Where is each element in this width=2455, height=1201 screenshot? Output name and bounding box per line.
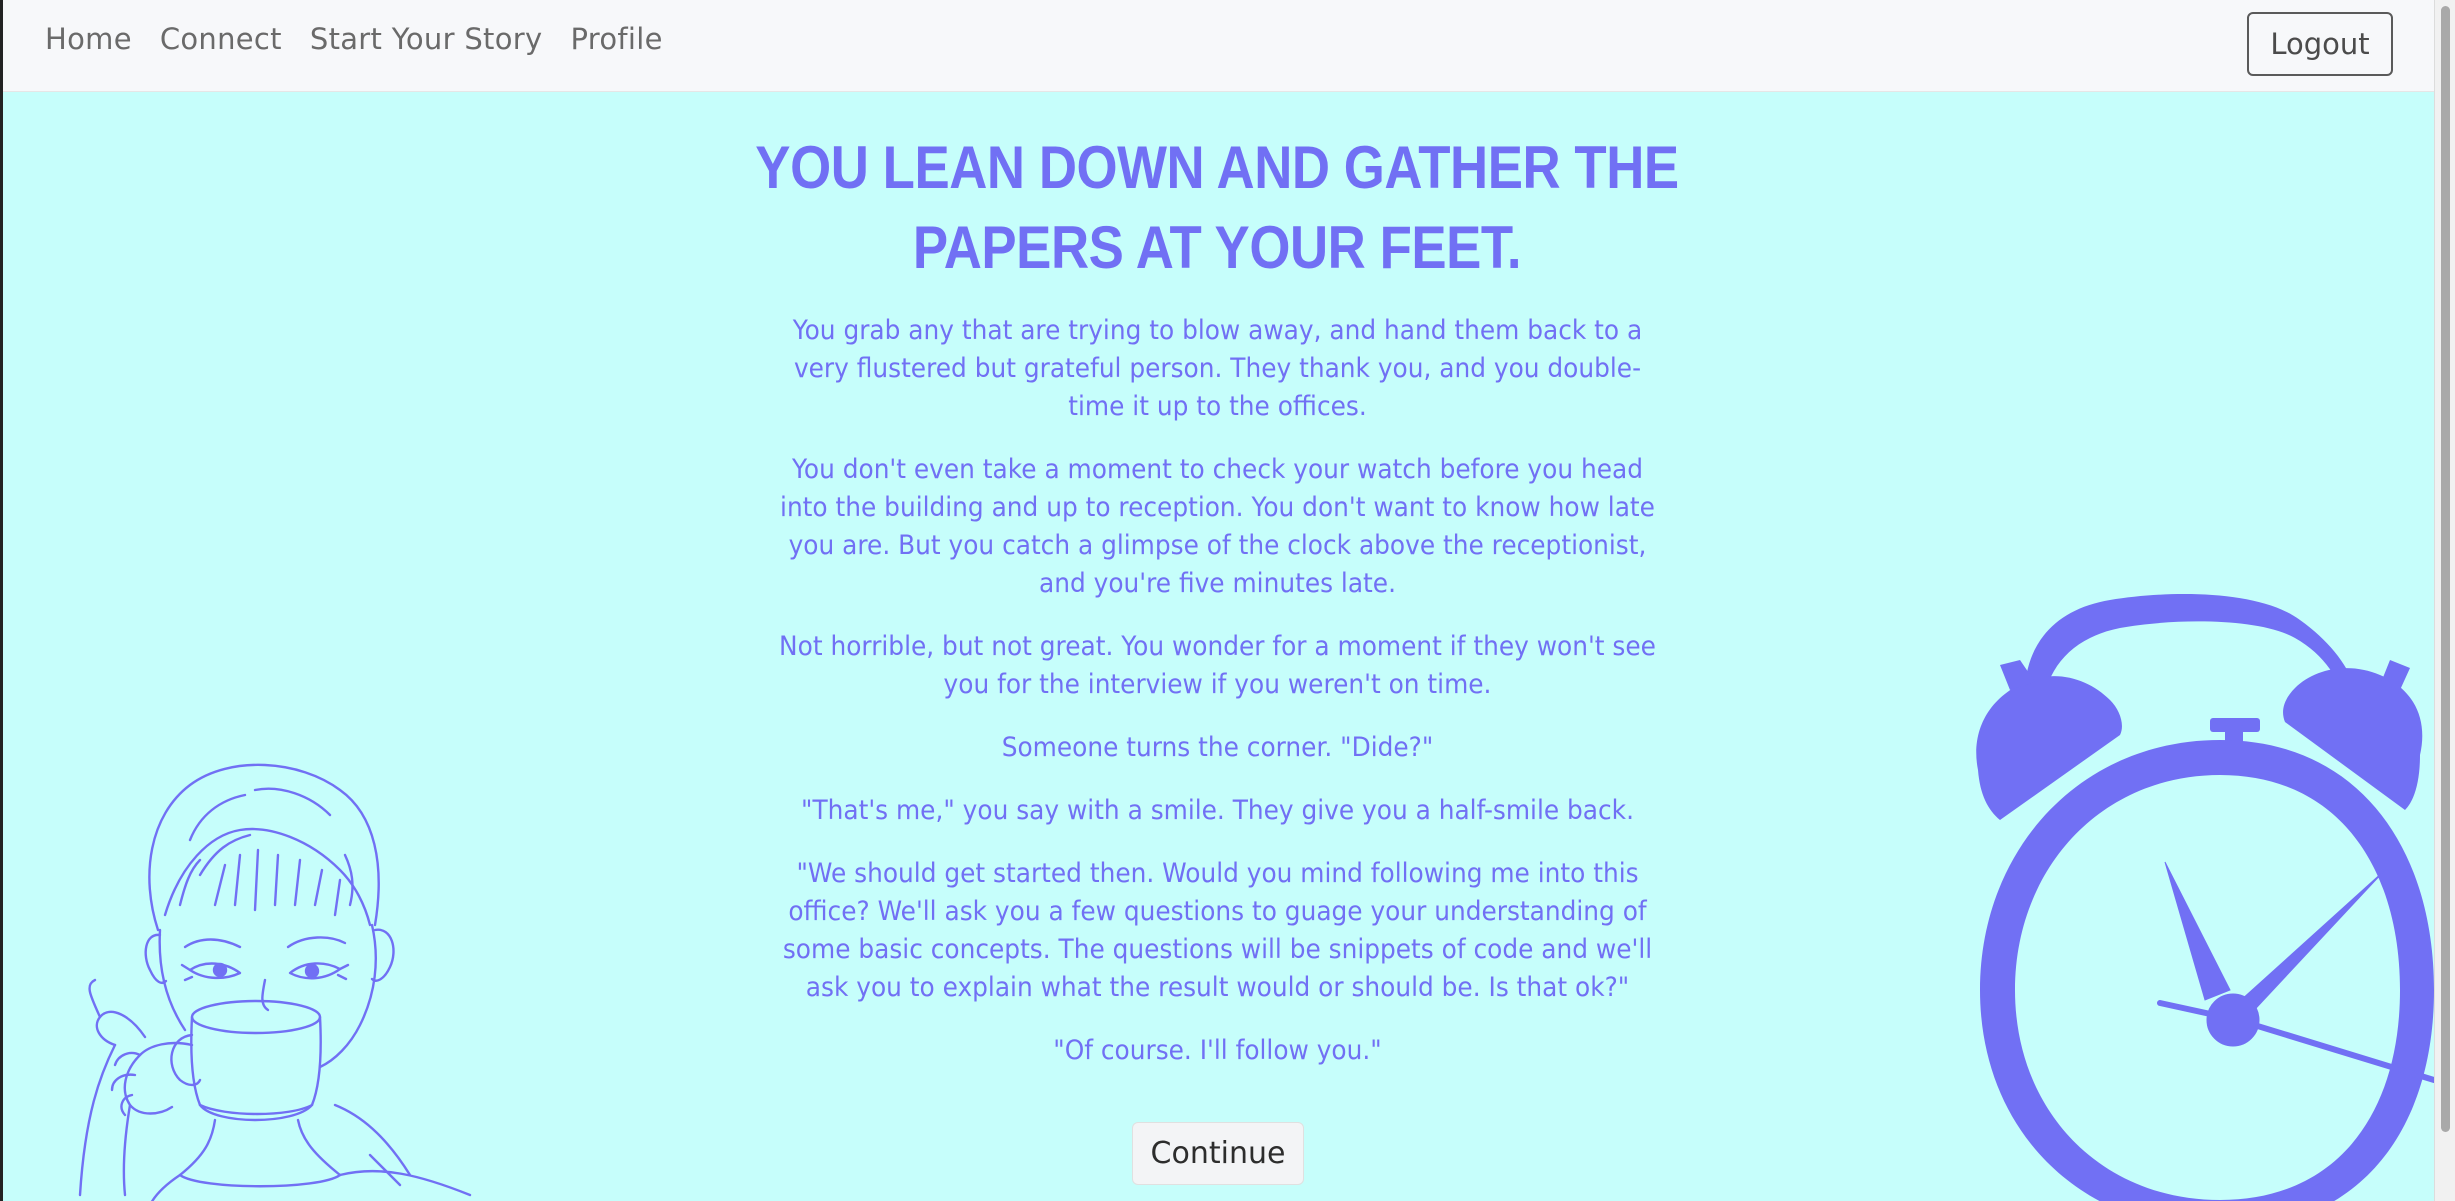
story-paragraph: "Of course. I'll follow you." bbox=[1053, 1035, 1382, 1066]
story-paragraph: Someone turns the corner. "Dide?" bbox=[1001, 732, 1434, 763]
story-paragraph: Not horrible, but not great. You wonder … bbox=[779, 631, 1656, 700]
story-body: You grab any that are trying to blow awa… bbox=[735, 312, 1700, 1095]
page-viewport: Home Connect Start Your Story Profile Lo… bbox=[0, 0, 2434, 1201]
woman-drinking-coffee-illustration bbox=[78, 763, 472, 1201]
window-left-edge bbox=[0, 0, 3, 1201]
story-title: You lean down and gather the papers at y… bbox=[755, 134, 1679, 281]
scrollbar-thumb[interactable] bbox=[2441, 6, 2450, 1132]
story-paragraph: "That's me," you say with a smile. They … bbox=[801, 795, 1634, 826]
top-navbar: Home Connect Start Your Story Profile Lo… bbox=[3, 0, 2434, 92]
continue-button[interactable]: Continue bbox=[1132, 1122, 1304, 1185]
logout-button[interactable]: Logout bbox=[2247, 12, 2393, 76]
story-paragraph: You grab any that are trying to blow awa… bbox=[792, 315, 1643, 422]
nav-link-profile[interactable]: Profile bbox=[570, 22, 662, 56]
story-paragraph: You don't even take a moment to check yo… bbox=[780, 454, 1655, 599]
nav-link-home[interactable]: Home bbox=[45, 22, 132, 56]
nav-link-connect[interactable]: Connect bbox=[160, 22, 282, 56]
alarm-clock-illustration bbox=[1976, 594, 2434, 1201]
story-paragraph: "We should get started then. Would you m… bbox=[782, 858, 1653, 1003]
nav-links: Home Connect Start Your Story Profile bbox=[45, 22, 663, 56]
nav-link-start-your-story[interactable]: Start Your Story bbox=[310, 22, 543, 56]
